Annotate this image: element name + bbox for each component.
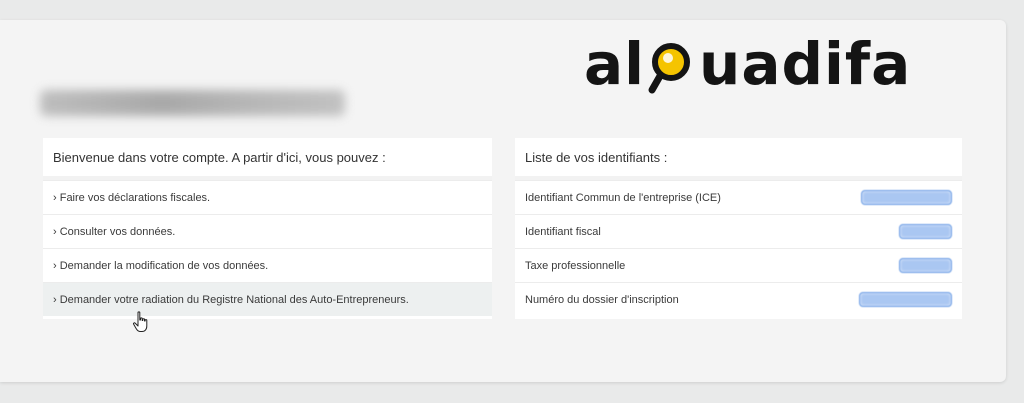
hand-pointer-icon xyxy=(132,311,150,333)
logo-text-right: uadifa xyxy=(699,30,912,98)
identifiers-panel-title: Liste de vos identifiants : xyxy=(515,138,962,180)
identifier-row-ice: Identifiant Commun de l'entreprise (ICE) xyxy=(515,180,962,214)
identifier-label: Taxe professionnelle xyxy=(525,259,626,272)
link-view-data[interactable]: › Consulter vos données. xyxy=(43,214,492,248)
redacted-value xyxy=(859,292,952,307)
redacted-value xyxy=(899,258,952,273)
magnifier-icon xyxy=(647,36,697,94)
identifier-row-fiscal: Identifiant fiscal xyxy=(515,214,962,248)
link-tax-declarations[interactable]: › Faire vos déclarations fiscales. xyxy=(43,180,492,214)
blurred-user-name xyxy=(40,90,345,116)
redacted-value xyxy=(861,190,952,205)
link-request-deregistration[interactable]: › Demander votre radiation du Registre N… xyxy=(43,282,492,316)
identifier-row-taxe: Taxe professionnelle xyxy=(515,248,962,282)
identifier-row-dossier: Numéro du dossier d'inscription xyxy=(515,282,962,316)
identifiers-panel: Liste de vos identifiants : Identifiant … xyxy=(515,138,962,319)
identifier-label: Identifiant fiscal xyxy=(525,225,601,238)
logo-text-left: al xyxy=(584,30,646,98)
link-request-modification[interactable]: › Demander la modification de vos donnée… xyxy=(43,248,492,282)
redacted-value xyxy=(899,224,952,239)
welcome-panel-title: Bienvenue dans votre compte. A partir d'… xyxy=(43,138,492,180)
identifier-label: Identifiant Commun de l'entreprise (ICE) xyxy=(525,191,721,204)
welcome-panel: Bienvenue dans votre compte. A partir d'… xyxy=(43,138,492,319)
identifier-label: Numéro du dossier d'inscription xyxy=(525,293,679,306)
alouadifa-logo: al uadifa xyxy=(584,28,911,100)
